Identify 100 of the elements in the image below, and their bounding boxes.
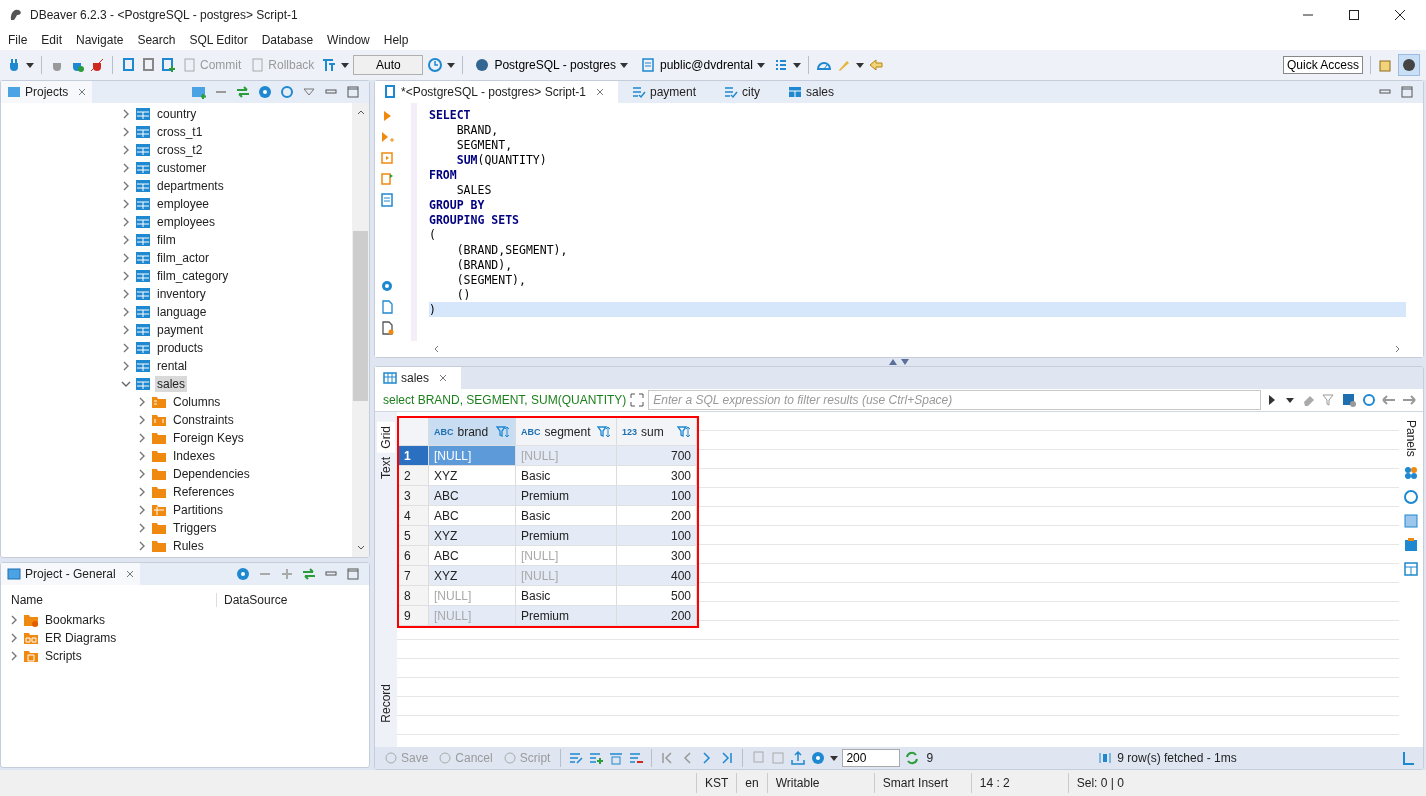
columns-icon[interactable]: [1097, 750, 1114, 766]
tree-item[interactable]: inventory: [155, 286, 208, 302]
tree-item[interactable]: departments: [155, 178, 226, 194]
table-save-icon[interactable]: [1341, 392, 1357, 408]
view-tab[interactable]: Grid: [377, 422, 395, 453]
filter-sort-icon[interactable]: [496, 424, 510, 439]
tree-item[interactable]: Foreign Keys: [171, 430, 246, 446]
menu-item[interactable]: SQL Editor: [189, 33, 248, 47]
grid-icon[interactable]: [1403, 512, 1419, 529]
sync-icon[interactable]: [279, 84, 295, 100]
perspective-button[interactable]: [1398, 54, 1420, 76]
tree-item[interactable]: film: [155, 232, 178, 248]
script-icon[interactable]: [140, 57, 156, 73]
tree-item[interactable]: Bookmarks: [43, 612, 108, 628]
panels-tab[interactable]: Panels: [1404, 420, 1418, 457]
delete-row-icon[interactable]: [628, 750, 645, 766]
row-number[interactable]: 5: [399, 526, 429, 545]
tree-item[interactable]: language: [155, 304, 209, 320]
column-header[interactable]: DataSource: [216, 593, 288, 607]
tree-item[interactable]: Triggers: [171, 520, 219, 536]
script-icon[interactable]: [120, 57, 136, 73]
scroll-thumb[interactable]: [353, 231, 368, 401]
row-number[interactable]: 8: [399, 586, 429, 605]
editor-tab[interactable]: sales: [780, 81, 849, 103]
column-header[interactable]: ABC brand: [429, 418, 516, 445]
filter-field[interactable]: Enter a SQL expression to filter results (use Ctrl+Space): [648, 390, 1261, 410]
tree-item[interactable]: Rules: [171, 538, 206, 554]
tree-item[interactable]: References: [171, 484, 237, 500]
row-number[interactable]: 1: [399, 446, 429, 465]
row-number[interactable]: 4: [399, 506, 429, 525]
caret-icon[interactable]: [26, 61, 34, 69]
settings-icon[interactable]: [257, 84, 273, 100]
menu-item[interactable]: Search: [137, 33, 176, 47]
editor-tab[interactable]: city: [716, 81, 774, 103]
edit-row-icon[interactable]: [568, 750, 585, 766]
layout-icon[interactable]: [1401, 750, 1417, 766]
expand-icon[interactable]: [630, 393, 645, 407]
tree-item[interactable]: cross_t2: [155, 142, 205, 158]
caret-icon[interactable]: [447, 61, 456, 69]
row-number[interactable]: 9: [399, 606, 429, 625]
tree-item[interactable]: employees: [155, 214, 218, 230]
tree-item[interactable]: Indexes: [171, 448, 218, 464]
tree-item[interactable]: rental: [155, 358, 190, 374]
sync-icon[interactable]: [1361, 392, 1377, 408]
menu-item[interactable]: Edit: [41, 33, 63, 47]
tree-item[interactable]: sales: [155, 376, 187, 392]
script-run-icon[interactable]: [380, 151, 394, 165]
tree-item[interactable]: Dependencies: [171, 466, 252, 482]
menu-item[interactable]: Navigate: [76, 33, 124, 47]
tree-item[interactable]: country: [155, 106, 199, 122]
tree-item[interactable]: employee: [155, 196, 212, 212]
perspective-icon[interactable]: [1378, 57, 1394, 73]
caret-icon[interactable]: [830, 754, 839, 762]
caret-icon[interactable]: [855, 61, 864, 69]
new-folder-icon[interactable]: [191, 84, 207, 100]
menu-item[interactable]: Database: [261, 33, 314, 47]
tree-item[interactable]: ER Diagrams: [43, 630, 119, 646]
expand-icon[interactable]: [279, 566, 295, 582]
splitter-arrows-icon[interactable]: [888, 358, 910, 366]
connection-selector[interactable]: PostgreSQL - postgres: [470, 57, 632, 73]
menu-item[interactable]: Window: [327, 33, 370, 47]
editor-tab[interactable]: *<PostgreSQL - postgres> Script-1: [375, 81, 618, 103]
auto-commit-button[interactable]: Auto: [353, 55, 424, 75]
tree-item[interactable]: products: [155, 340, 206, 356]
panel-tab[interactable]: Projects: [1, 81, 93, 103]
tree-item[interactable]: film_category: [155, 268, 231, 284]
explain-icon[interactable]: [380, 193, 394, 207]
circle-icon[interactable]: [1403, 488, 1419, 505]
link-icon[interactable]: [301, 566, 317, 582]
run-icon[interactable]: [380, 130, 394, 144]
maximize-icon[interactable]: [1348, 9, 1360, 21]
tree-item[interactable]: film_actor: [155, 250, 211, 266]
export-icon[interactable]: [790, 750, 807, 766]
row-number[interactable]: 7: [399, 566, 429, 585]
layout-icon[interactable]: [1403, 560, 1419, 577]
filter-sort-icon[interactable]: [597, 424, 611, 439]
settings-icon[interactable]: [380, 279, 394, 293]
filter-sort-icon[interactable]: [677, 424, 691, 439]
tree-item[interactable]: Constraints: [171, 412, 236, 428]
tree-item[interactable]: Partitions: [171, 502, 226, 518]
document-icon[interactable]: [380, 300, 394, 314]
add-row-icon[interactable]: [588, 750, 605, 766]
column-header[interactable]: ABC segment: [516, 418, 617, 445]
corner-cell[interactable]: [399, 418, 429, 445]
document-icon[interactable]: [380, 321, 394, 335]
row-number[interactable]: 3: [399, 486, 429, 505]
tree-item[interactable]: customer: [155, 160, 209, 176]
script-run-icon[interactable]: [380, 172, 394, 186]
copy-row-icon[interactable]: [608, 750, 625, 766]
results-tab[interactable]: sales: [375, 367, 461, 389]
refresh-icon[interactable]: [904, 750, 921, 766]
caret-icon[interactable]: [792, 61, 801, 69]
tree-item[interactable]: payment: [155, 322, 206, 338]
tree-item[interactable]: Scripts: [43, 648, 84, 664]
caret-icon[interactable]: [341, 61, 350, 69]
column-header[interactable]: 123 sum: [617, 418, 697, 445]
tree-item[interactable]: cross_t1: [155, 124, 205, 140]
editor-tab[interactable]: payment: [624, 81, 710, 103]
column-header[interactable]: Name: [9, 593, 216, 607]
view-tab[interactable]: Text: [377, 452, 395, 483]
